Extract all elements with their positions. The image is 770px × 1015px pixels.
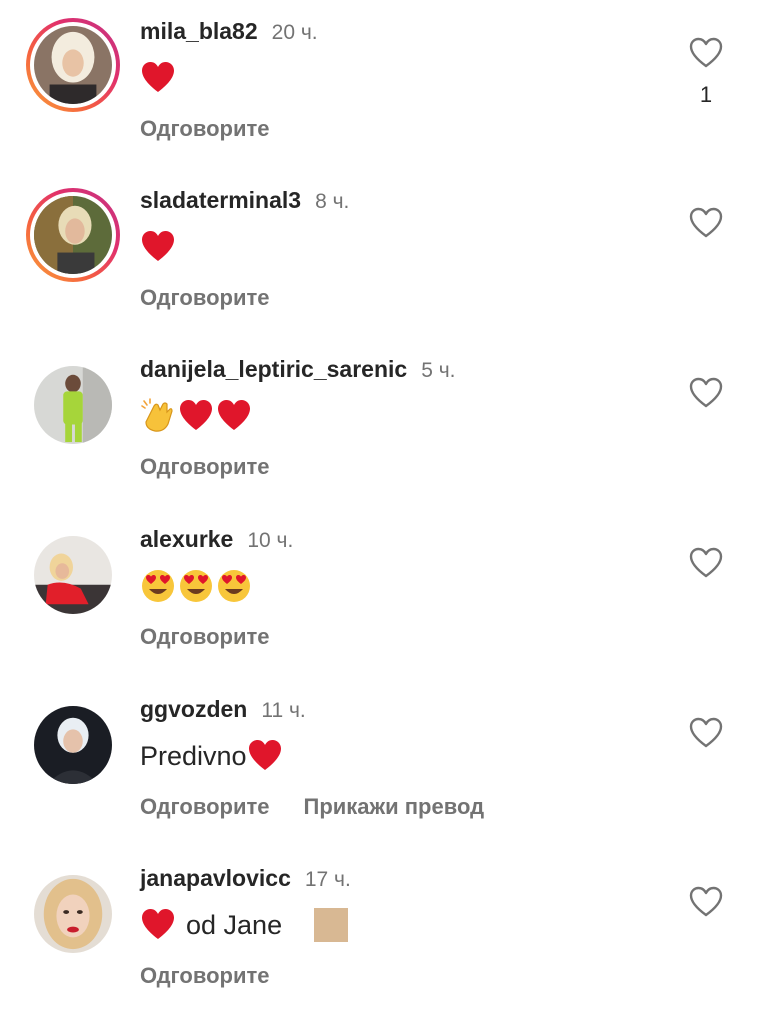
avatar-story-ring[interactable] [26, 188, 120, 282]
heart-outline-icon [689, 717, 723, 748]
comment-body [140, 227, 176, 267]
comment-actions: Одговорите [140, 116, 270, 142]
comment-item: mila_bla82 20 ч. Одговорите 1 [0, 18, 770, 168]
reply-button[interactable]: Одговорите [140, 794, 270, 820]
username[interactable]: mila_bla82 [140, 18, 258, 45]
red-heart-icon [247, 738, 283, 774]
username[interactable]: alexurke [140, 526, 233, 553]
reply-button[interactable]: Одговорите [140, 116, 270, 142]
username[interactable]: janapavlovicc [140, 865, 291, 892]
heart-outline-icon [689, 37, 723, 68]
comment-actions: Одговорите [140, 454, 270, 480]
comment-text: od Jane [186, 909, 283, 940]
heart-eyes-icon [178, 568, 214, 604]
clapping-hands-icon [140, 398, 176, 434]
avatar [34, 366, 112, 444]
heart-eyes-icon [140, 568, 176, 604]
reply-button[interactable]: Одговорите [140, 963, 270, 989]
comment-body: Predivno [140, 736, 283, 776]
comment-item: janapavlovicc 17 ч. od Jane Одговорите [0, 865, 770, 1015]
avatar-wrap[interactable] [26, 528, 120, 622]
comment-meta: ggvozden 11 ч. [140, 696, 306, 723]
username[interactable]: danijela_leptiric_sarenic [140, 356, 407, 383]
timestamp: 8 ч. [315, 190, 350, 213]
username[interactable]: sladaterminal3 [140, 187, 301, 214]
timestamp: 20 ч. [271, 21, 318, 44]
red-heart-icon [140, 229, 176, 265]
heart-eyes-icon [216, 568, 252, 604]
avatar-wrap[interactable] [26, 698, 120, 792]
like-button[interactable] [688, 546, 724, 580]
comment-item: danijela_leptiric_sarenic 5 ч. Одговорит… [0, 356, 770, 506]
comment-meta: mila_bla82 20 ч. [140, 18, 318, 45]
heart-outline-icon [689, 886, 723, 917]
avatar-wrap[interactable] [26, 867, 120, 961]
avatar [34, 26, 112, 104]
red-heart-icon [140, 60, 176, 96]
comment-actions: Одговорите [140, 624, 270, 650]
comment-body: od Jane [140, 905, 349, 945]
avatar [34, 536, 112, 614]
comment-meta: danijela_leptiric_sarenic 5 ч. [140, 356, 456, 383]
red-heart-icon [216, 398, 252, 434]
like-button[interactable] [688, 716, 724, 750]
avatar [34, 875, 112, 953]
unsupported-emoji-box [314, 908, 349, 942]
comment-item: ggvozden 11 ч. Predivno Одговорите Прика… [0, 696, 770, 846]
like-button[interactable] [688, 206, 724, 240]
avatar-story-ring[interactable] [26, 18, 120, 112]
comment-meta: alexurke 10 ч. [140, 526, 293, 553]
timestamp: 5 ч. [421, 359, 456, 382]
reply-button[interactable]: Одговорите [140, 285, 270, 311]
comment-body [140, 566, 254, 606]
comment-item: alexurke 10 ч. Одговорите [0, 526, 770, 676]
timestamp: 17 ч. [304, 868, 351, 891]
timestamp: 11 ч. [261, 699, 306, 722]
red-heart-icon [178, 398, 214, 434]
avatar [34, 706, 112, 784]
comment-actions: Одговорите [140, 285, 270, 311]
heart-outline-icon [689, 377, 723, 408]
heart-outline-icon [689, 547, 723, 578]
comment-body [140, 58, 176, 98]
comment-body [140, 396, 254, 436]
avatar [34, 196, 112, 274]
heart-outline-icon [689, 207, 723, 238]
comment-meta: janapavlovicc 17 ч. [140, 865, 351, 892]
like-button[interactable] [688, 885, 724, 919]
comment-actions: Одговорите Прикажи превод [140, 794, 484, 820]
red-heart-icon [140, 907, 176, 943]
comment-text: Predivno [140, 740, 247, 771]
timestamp: 10 ч. [247, 529, 294, 552]
like-count: 1 [699, 82, 713, 107]
comment-meta: sladaterminal3 8 ч. [140, 187, 349, 214]
show-translation-button[interactable]: Прикажи превод [304, 794, 485, 820]
comment-item: sladaterminal3 8 ч. Одговорите [0, 187, 770, 337]
comment-actions: Одговорите [140, 963, 270, 989]
username[interactable]: ggvozden [140, 696, 247, 723]
avatar-wrap[interactable] [26, 358, 120, 452]
reply-button[interactable]: Одговорите [140, 454, 270, 480]
like-button[interactable] [688, 36, 724, 70]
reply-button[interactable]: Одговорите [140, 624, 270, 650]
like-button[interactable] [688, 376, 724, 410]
